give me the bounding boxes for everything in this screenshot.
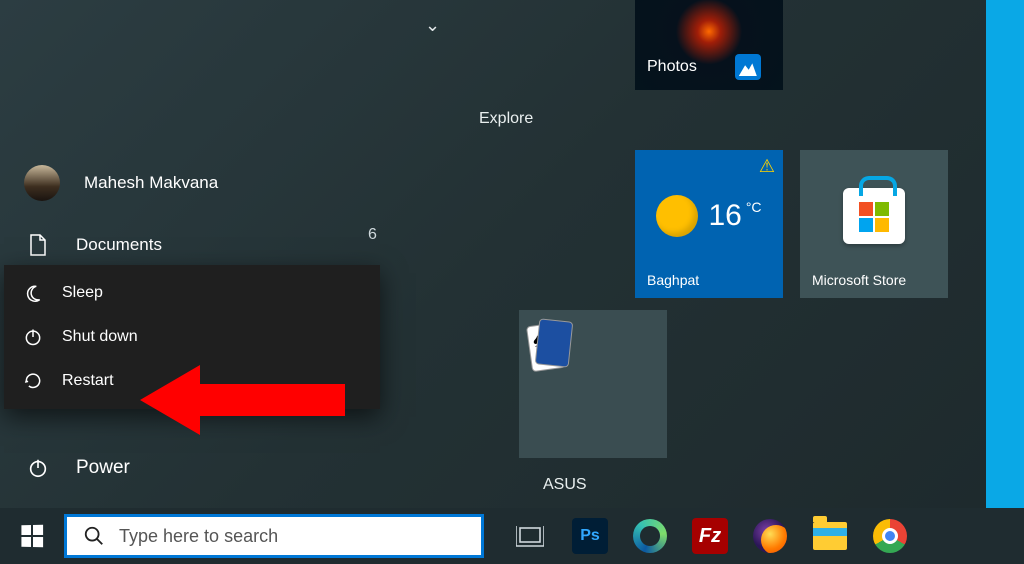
firefox-icon bbox=[753, 519, 787, 553]
user-name: Mahesh Makvana bbox=[84, 173, 218, 193]
documents-label: Documents bbox=[76, 235, 162, 255]
shutdown-icon bbox=[22, 327, 44, 347]
weather-unit: °C bbox=[746, 199, 762, 215]
user-account-row[interactable]: Mahesh Makvana bbox=[0, 155, 385, 211]
power-submenu: Sleep Shut down Restart bbox=[4, 265, 380, 409]
power-label: Power bbox=[76, 457, 130, 479]
task-view-button[interactable] bbox=[512, 518, 548, 554]
tile-microsoft-store[interactable]: Microsoft Store bbox=[800, 150, 948, 298]
weather-location: Baghpat bbox=[647, 272, 771, 288]
taskbar-app-chrome[interactable] bbox=[872, 518, 908, 554]
power-option-shutdown[interactable]: Shut down bbox=[4, 315, 380, 359]
desktop-background-strip bbox=[986, 0, 1024, 508]
count-badge: 6 bbox=[368, 226, 377, 244]
photos-label: Photos bbox=[647, 58, 697, 76]
tile-solitaire[interactable] bbox=[519, 310, 667, 458]
restart-icon bbox=[22, 371, 44, 391]
chevron-down-icon[interactable]: ⌄ bbox=[425, 15, 440, 36]
taskbar-app-firefox[interactable] bbox=[752, 518, 788, 554]
start-menu: Mahesh Makvana Documents 6 Power bbox=[0, 0, 986, 508]
avatar bbox=[24, 165, 60, 201]
taskbar-app-photoshop[interactable]: Ps bbox=[572, 518, 608, 554]
start-left-column: Mahesh Makvana Documents 6 Power bbox=[0, 0, 385, 508]
search-input[interactable]: Type here to search bbox=[64, 514, 484, 558]
start-tiles-area: ⌄ Explore ASUS Photos ⚠ 16 °C Baghpat bbox=[405, 0, 985, 508]
section-explore-label: Explore bbox=[479, 110, 533, 128]
windows-logo-icon bbox=[21, 525, 43, 548]
search-placeholder: Type here to search bbox=[119, 526, 278, 547]
taskbar: Type here to search Ps Fz bbox=[0, 508, 1024, 564]
store-icon bbox=[843, 188, 905, 244]
shutdown-label: Shut down bbox=[62, 328, 138, 346]
weather-temp: 16 bbox=[708, 199, 741, 232]
file-explorer-icon bbox=[813, 522, 847, 550]
store-label: Microsoft Store bbox=[812, 272, 936, 288]
cards-icon bbox=[529, 320, 569, 374]
taskbar-app-file-explorer[interactable] bbox=[812, 518, 848, 554]
sidebar-item-power[interactable]: Power bbox=[0, 440, 385, 496]
taskbar-app-filezilla[interactable]: Fz bbox=[692, 518, 728, 554]
search-icon bbox=[83, 525, 105, 547]
power-option-restart[interactable]: Restart bbox=[4, 359, 380, 403]
start-button[interactable] bbox=[0, 508, 64, 564]
photos-icon bbox=[735, 54, 761, 80]
taskbar-app-edge[interactable] bbox=[632, 518, 668, 554]
sleep-label: Sleep bbox=[62, 284, 103, 302]
power-icon bbox=[24, 457, 52, 479]
document-icon bbox=[24, 233, 52, 257]
chrome-icon bbox=[873, 519, 907, 553]
warning-icon: ⚠ bbox=[759, 156, 775, 177]
power-option-sleep[interactable]: Sleep bbox=[4, 271, 380, 315]
tile-photos[interactable]: Photos bbox=[635, 0, 783, 90]
sleep-icon bbox=[22, 283, 44, 303]
restart-label: Restart bbox=[62, 372, 114, 390]
sun-icon bbox=[656, 195, 698, 237]
section-asus-label: ASUS bbox=[543, 476, 587, 494]
edge-icon bbox=[633, 519, 667, 553]
tile-weather[interactable]: ⚠ 16 °C Baghpat bbox=[635, 150, 783, 298]
